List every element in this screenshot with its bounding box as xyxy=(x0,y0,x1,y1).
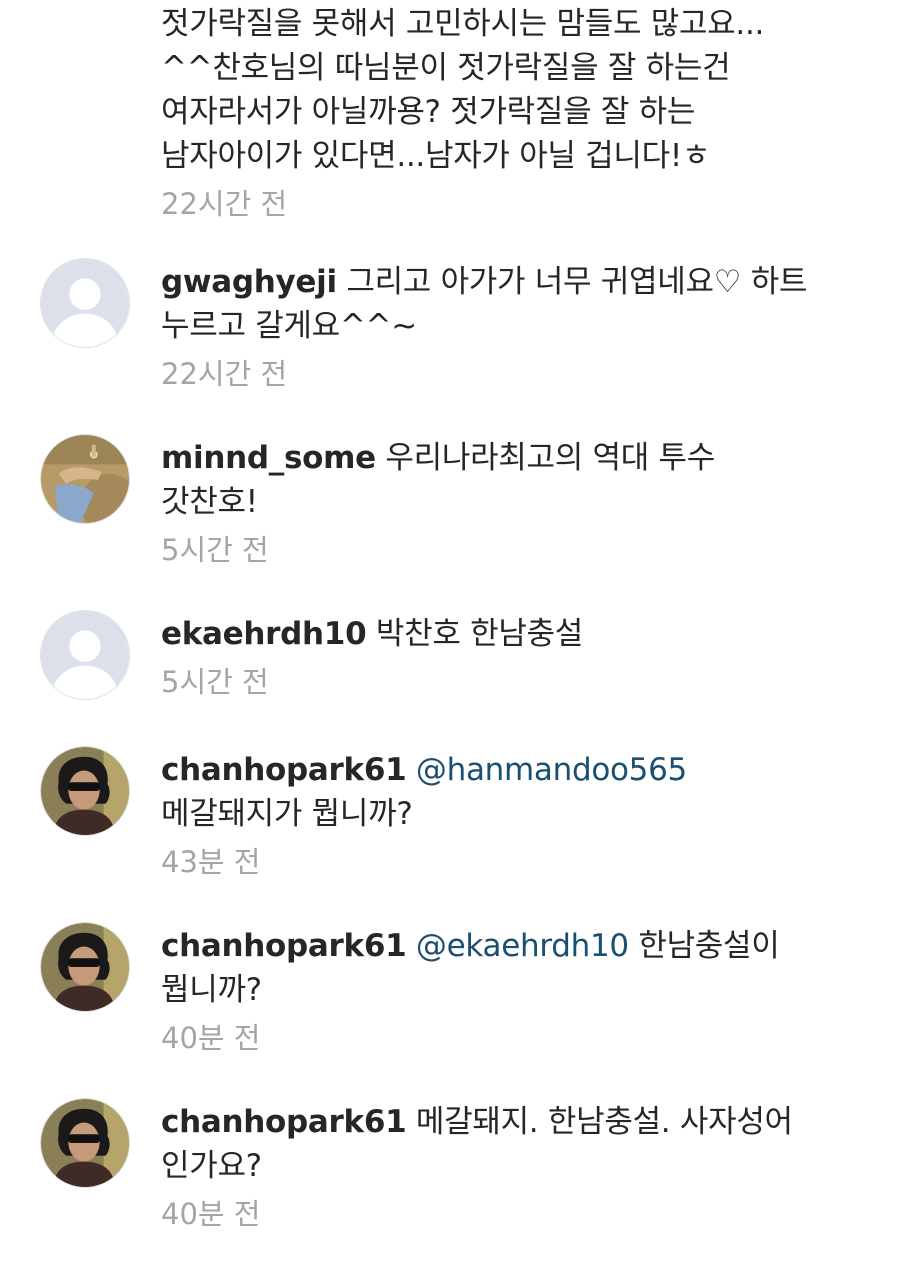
comment-username[interactable]: chanhopark61 xyxy=(161,1104,407,1140)
comment-username[interactable]: chanhopark61 xyxy=(161,752,407,788)
comment-text: 박찬호 한남충설 xyxy=(375,616,583,652)
profile-photo xyxy=(41,435,129,523)
mention-link[interactable]: @hanmandoo565 xyxy=(416,752,687,788)
comment-username[interactable]: gwaghyeji xyxy=(161,264,337,300)
profile-photo xyxy=(41,1099,129,1187)
mention-link[interactable]: @ekaehrdh10 xyxy=(416,928,629,964)
comment-text: 메갈돼지가 뭡니까? xyxy=(161,796,413,832)
comment-body: chanhopark61 @ekaehrdh10 한남충설이 뭡니까? 40분 … xyxy=(161,924,861,1058)
default-profile-icon xyxy=(41,259,129,347)
avatar[interactable] xyxy=(40,1098,130,1188)
comment-body: chanhopark61 @hanmandoo565 메갈돼지가 뭡니까? 43… xyxy=(161,748,861,882)
comment-timestamp: 43분 전 xyxy=(161,845,261,879)
comment-timestamp: 5시간 전 xyxy=(161,533,269,567)
avatar[interactable] xyxy=(40,610,130,700)
comment-timestamp: 5시간 전 xyxy=(161,665,269,699)
comment-username[interactable]: ekaehrdh10 xyxy=(161,616,367,652)
comment-text: 젓가락질을 못해서 고민하시는 맘들도 많고요... ^^찬호님의 따님분이 젓… xyxy=(161,6,765,174)
avatar[interactable] xyxy=(40,746,130,836)
default-profile-icon xyxy=(41,611,129,699)
avatar[interactable] xyxy=(40,258,130,348)
comment-timestamp: 22시간 전 xyxy=(161,357,288,391)
profile-photo xyxy=(41,923,129,1011)
avatar[interactable] xyxy=(40,922,130,1012)
comment-body: 젓가락질을 못해서 고민하시는 맘들도 많고요... ^^찬호님의 따님분이 젓… xyxy=(161,2,861,224)
comment-body: minnd_some 우리나라최고의 역대 투수 갓찬호! 5시간 전 xyxy=(161,436,861,570)
avatar[interactable] xyxy=(40,434,130,524)
profile-photo xyxy=(41,747,129,835)
comment-body: ekaehrdh10 박찬호 한남충설 5시간 전 xyxy=(161,612,861,702)
comment-username[interactable]: minnd_some xyxy=(161,440,376,476)
comment-timestamp: 22시간 전 xyxy=(161,187,288,221)
comment-body: chanhopark61 메갈돼지. 한남충설. 사자성어 인가요? 40분 전 xyxy=(161,1100,861,1234)
comment-timestamp: 40분 전 xyxy=(161,1021,261,1055)
comment-body: gwaghyeji 그리고 아가가 너무 귀엽네요♡ 하트 누르고 갈게요^^~… xyxy=(161,260,861,394)
comment-timestamp: 40분 전 xyxy=(161,1197,261,1231)
comment-username[interactable]: chanhopark61 xyxy=(161,928,407,964)
